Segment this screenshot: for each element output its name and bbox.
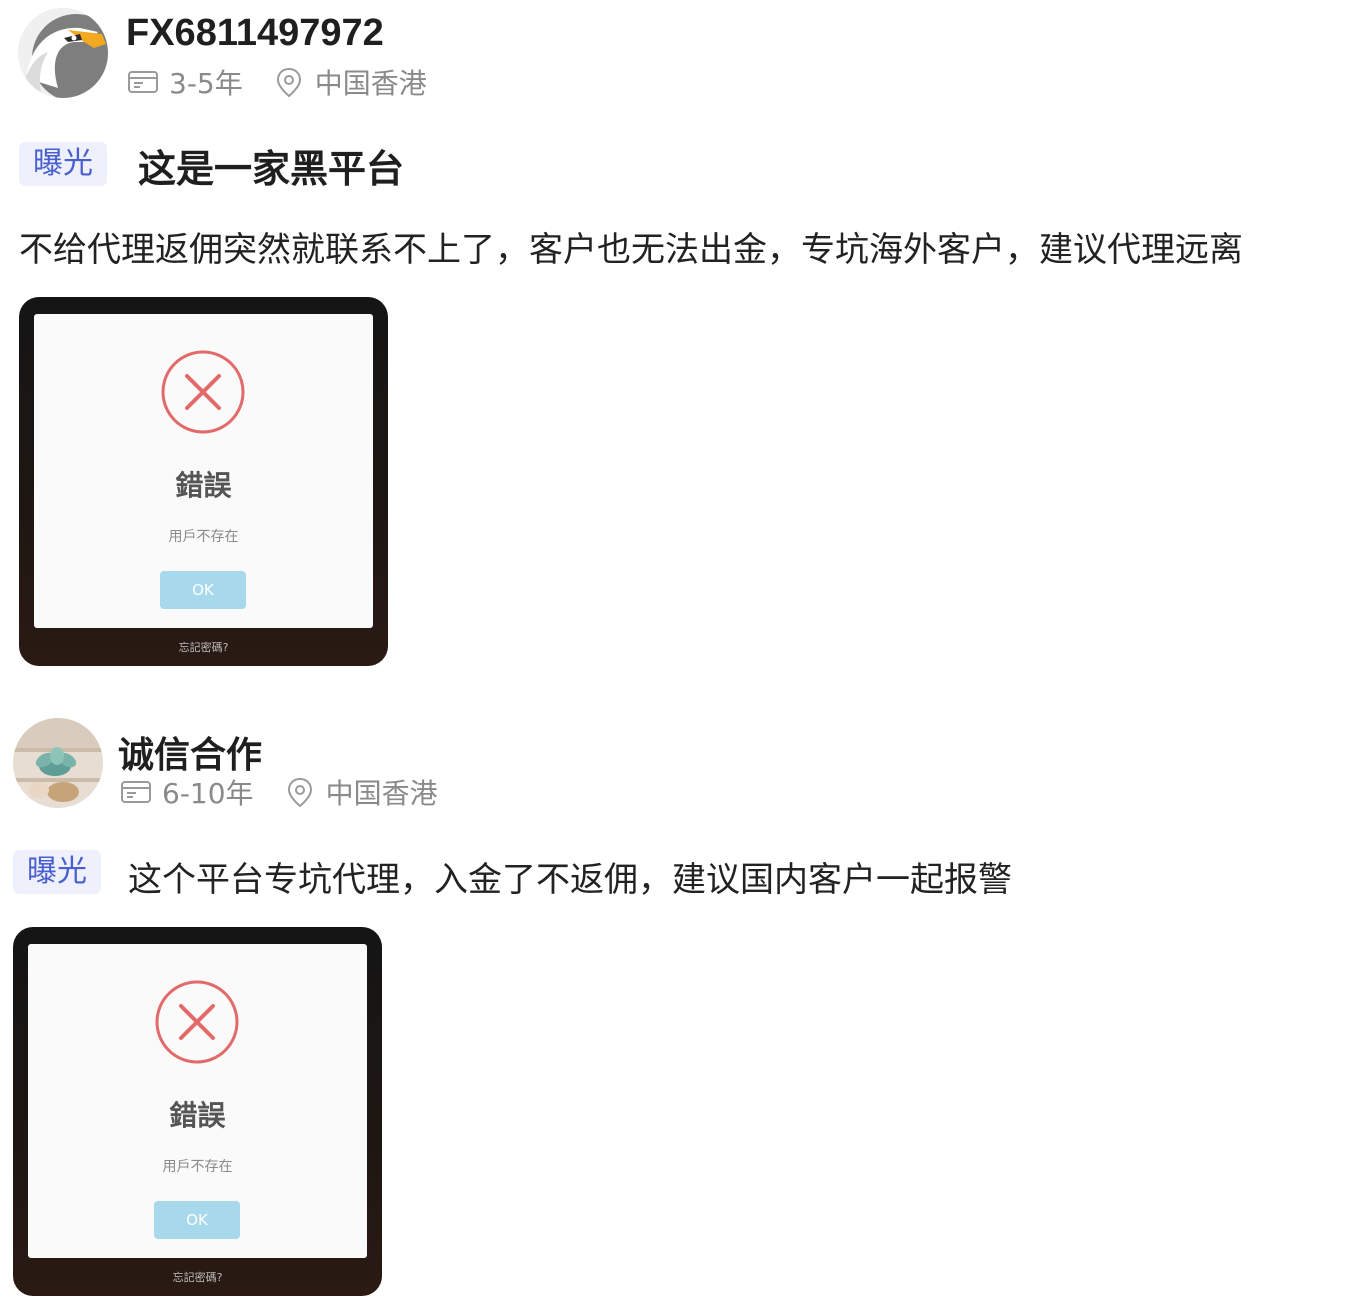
screenshot-thumbnail[interactable]: 錯誤 用戶不存在 OK 忘記密碼?: [13, 927, 382, 1296]
avatar-succulent[interactable]: [13, 718, 103, 808]
experience-label: 3-5年: [169, 67, 243, 100]
screenshot-thumbnail[interactable]: 錯誤 用戶不存在 OK 忘記密碼?: [19, 297, 388, 666]
forgot-password-link: 忘記密碼?: [172, 1271, 223, 1284]
post-body: 这个平台专坑代理，入金了不返佣，建议国内客户一起报警: [128, 860, 1012, 900]
location-label: 中国香港: [325, 777, 438, 810]
eagle-avatar-icon: [18, 8, 108, 98]
ok-button: OK: [160, 571, 246, 609]
error-title: 錯誤: [169, 1099, 226, 1132]
error-message: 用戶不存在: [162, 1159, 233, 1175]
experience-label: 6-10年: [162, 777, 254, 810]
post-card: FX6811497972 3-5年 中国香港 曝光 这是一家黑平台 不给代理返佣…: [0, 0, 1364, 680]
forgot-password-link: 忘記密碼?: [178, 641, 229, 654]
x-circle-icon: [161, 350, 245, 434]
error-dialog: 錯誤 用戶不存在 OK: [34, 314, 373, 628]
error-message: 用戶不存在: [168, 529, 239, 545]
ok-button: OK: [154, 1201, 240, 1239]
id-card-icon: [128, 71, 158, 93]
x-circle-icon: [155, 980, 239, 1064]
username[interactable]: FX6811497972: [126, 12, 384, 55]
post-title: 这是一家黑平台: [138, 147, 405, 191]
post-card: 诚信合作 6-10年 中国香港 曝光 这个平台专坑代理，入金了不返佣，建议国内客…: [0, 710, 1364, 1301]
location-pin-icon: [287, 777, 312, 808]
error-dialog: 錯誤 用戶不存在 OK: [28, 944, 367, 1258]
user-meta: 6-10年 中国香港: [120, 772, 438, 812]
location-pin-icon: [276, 67, 301, 98]
error-title: 錯誤: [175, 469, 232, 502]
exposure-tag[interactable]: 曝光: [19, 142, 107, 186]
succulent-avatar-icon: [13, 718, 103, 808]
username[interactable]: 诚信合作: [118, 726, 262, 778]
location-label: 中国香港: [314, 67, 427, 100]
user-meta: 3-5年 中国香港: [127, 62, 427, 102]
id-card-icon: [121, 781, 151, 803]
avatar-eagle[interactable]: [18, 8, 108, 98]
post-body: 不给代理返佣突然就联系不上了，客户也无法出金，专坑海外客户，建议代理远离: [19, 230, 1243, 270]
exposure-tag[interactable]: 曝光: [13, 850, 101, 894]
